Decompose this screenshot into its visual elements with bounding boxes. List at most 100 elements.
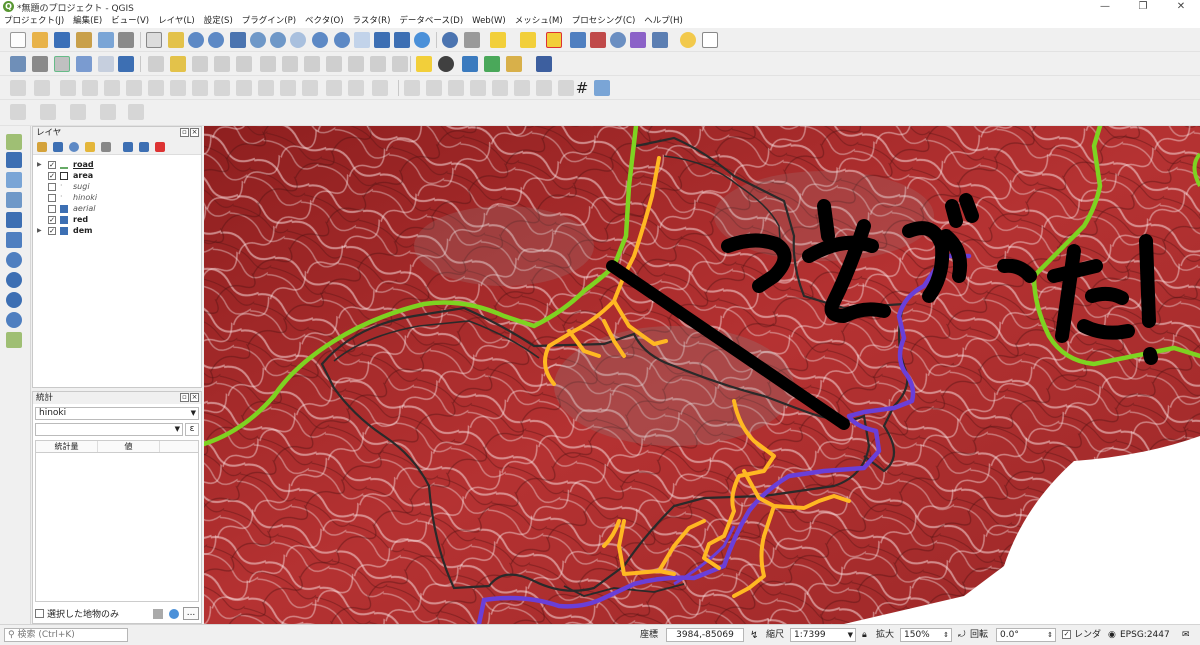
add-spatialite-icon[interactable]	[6, 212, 22, 228]
locator-search-input[interactable]: ⚲ 検索 (Ctrl+K)	[4, 628, 128, 642]
georeferencer-icon[interactable]	[438, 56, 454, 72]
action-icon[interactable]	[464, 32, 480, 48]
rotate-label-icon[interactable]	[492, 80, 508, 96]
toggle-editing-icon[interactable]	[148, 56, 164, 72]
layer-row-hinoki[interactable]: · hinoki	[33, 192, 201, 203]
change-label-icon[interactable]	[514, 80, 530, 96]
new-shapefile-icon[interactable]	[54, 56, 70, 72]
print-layout-icon[interactable]	[98, 32, 114, 48]
render-checkbox[interactable]: ✓	[1062, 630, 1071, 639]
zoom-last-icon[interactable]	[312, 32, 328, 48]
column-header-statistic[interactable]: 統計量	[36, 441, 98, 452]
help-icon[interactable]	[536, 56, 552, 72]
add-arcgis-icon[interactable]	[6, 312, 22, 328]
add-vector-layer-icon[interactable]	[6, 134, 22, 150]
zoom-to-layer-icon[interactable]	[270, 32, 286, 48]
zoom-next-icon[interactable]	[334, 32, 350, 48]
simplify-icon[interactable]	[348, 80, 364, 96]
menu-vector[interactable]: ベクタ(O)	[305, 14, 343, 28]
pan-hand-icon[interactable]	[146, 32, 162, 48]
layer-row-red[interactable]: ✓ red	[33, 214, 201, 225]
spatialite-icon[interactable]	[76, 56, 92, 72]
pan-to-selection-icon[interactable]	[168, 32, 184, 48]
layer-row-road[interactable]: ▶ ✓ road	[33, 159, 201, 170]
column-header-value[interactable]: 値	[98, 441, 160, 452]
add-wcs-icon[interactable]	[6, 292, 22, 308]
layer-checkbox[interactable]: ✓	[48, 227, 56, 235]
layer-checkbox[interactable]: ✓	[48, 216, 56, 224]
text-annotation-icon[interactable]	[702, 32, 718, 48]
collapse-all-icon[interactable]	[139, 142, 149, 152]
undo-icon[interactable]	[370, 56, 386, 72]
fill-ring-icon[interactable]	[82, 80, 98, 96]
trim-extend-icon[interactable]	[214, 80, 230, 96]
more-button[interactable]: ...	[183, 607, 199, 620]
offset-curve-icon[interactable]	[170, 80, 186, 96]
layer-select[interactable]: hinoki ▼	[35, 407, 199, 420]
minimize-button[interactable]: —	[1086, 0, 1124, 14]
copy-stats-icon[interactable]	[153, 609, 163, 619]
open-project-icon[interactable]	[32, 32, 48, 48]
add-mesh-layer-icon[interactable]	[6, 172, 22, 188]
add-circle-from-points-icon[interactable]	[40, 104, 56, 120]
grid-icon[interactable]: #	[574, 80, 590, 96]
menu-raster[interactable]: ラスタ(R)	[353, 14, 391, 28]
menu-processing[interactable]: プロセシング(C)	[572, 14, 636, 28]
diagram-tool-icon[interactable]	[536, 80, 552, 96]
refresh-icon[interactable]	[414, 32, 430, 48]
extents-toggle-icon[interactable]: ↯	[750, 629, 758, 642]
overview-icon[interactable]	[594, 80, 610, 96]
filter-legend-icon[interactable]	[85, 142, 95, 152]
messages-icon[interactable]: ✉	[1182, 629, 1190, 642]
bookmark-icon[interactable]	[374, 32, 390, 48]
select-by-value-icon[interactable]	[520, 32, 536, 48]
menu-layer[interactable]: レイヤ(L)	[158, 14, 195, 28]
terrain-profile-icon[interactable]	[484, 56, 500, 72]
float-panel-icon[interactable]: ▫	[180, 393, 189, 402]
paste-icon[interactable]	[348, 56, 364, 72]
show-bookmarks-icon[interactable]	[394, 32, 410, 48]
rotate-symbols-icon[interactable]	[326, 80, 342, 96]
menu-view[interactable]: ビュー(V)	[111, 14, 149, 28]
maximize-button[interactable]: ❐	[1124, 0, 1162, 14]
deselect-icon[interactable]	[546, 32, 562, 48]
layout-manager-icon[interactable]	[118, 32, 134, 48]
coordinate-field[interactable]: 3984,-85069	[666, 628, 744, 642]
style-manager-icon[interactable]	[37, 142, 47, 152]
zoom-in-icon[interactable]	[188, 32, 204, 48]
redo-icon[interactable]	[392, 56, 408, 72]
add-feature-icon[interactable]	[214, 56, 230, 72]
manage-visibility-icon[interactable]	[69, 142, 79, 152]
layer-row-sugi[interactable]: · sugi	[33, 181, 201, 192]
virtual-layer-icon[interactable]	[98, 56, 114, 72]
float-panel-icon[interactable]: ▫	[180, 128, 189, 137]
move-label-icon[interactable]	[470, 80, 486, 96]
add-virtual-layer-icon[interactable]	[6, 232, 22, 248]
map-rendering[interactable]	[204, 126, 1200, 624]
menu-web[interactable]: Web(W)	[472, 14, 506, 28]
layer-stack-icon[interactable]	[506, 56, 522, 72]
modify-attributes-icon[interactable]	[260, 56, 276, 72]
magnifier-spinbox[interactable]: 150% ⇕	[900, 628, 952, 642]
expand-all-icon[interactable]	[123, 142, 133, 152]
merge-attributes-icon[interactable]	[302, 80, 318, 96]
add-circle-icon[interactable]	[34, 80, 50, 96]
cut-icon[interactable]	[304, 56, 320, 72]
zoom-native-icon[interactable]	[290, 32, 306, 48]
map-canvas[interactable]	[204, 126, 1200, 624]
rotate-feature-icon[interactable]	[372, 80, 388, 96]
label-tool-icon[interactable]	[404, 80, 420, 96]
remove-layer-icon[interactable]	[155, 142, 165, 152]
layer-row-dem[interactable]: ▶ ✓ dem	[33, 225, 201, 236]
menu-plugins[interactable]: プラグイン(P)	[242, 14, 296, 28]
expand-arrow-icon[interactable]: ▶	[37, 159, 42, 170]
refresh-stats-icon[interactable]	[169, 609, 179, 619]
menu-database[interactable]: データベース(D)	[399, 14, 463, 28]
close-panel-icon[interactable]: ×	[190, 393, 199, 402]
field-select[interactable]: ▼	[35, 423, 183, 436]
new-project-icon[interactable]	[10, 32, 26, 48]
show-hide-labels-icon[interactable]	[448, 80, 464, 96]
add-wfs-icon[interactable]	[6, 272, 22, 288]
map-tips-icon[interactable]	[680, 32, 696, 48]
reshape-icon[interactable]	[148, 80, 164, 96]
